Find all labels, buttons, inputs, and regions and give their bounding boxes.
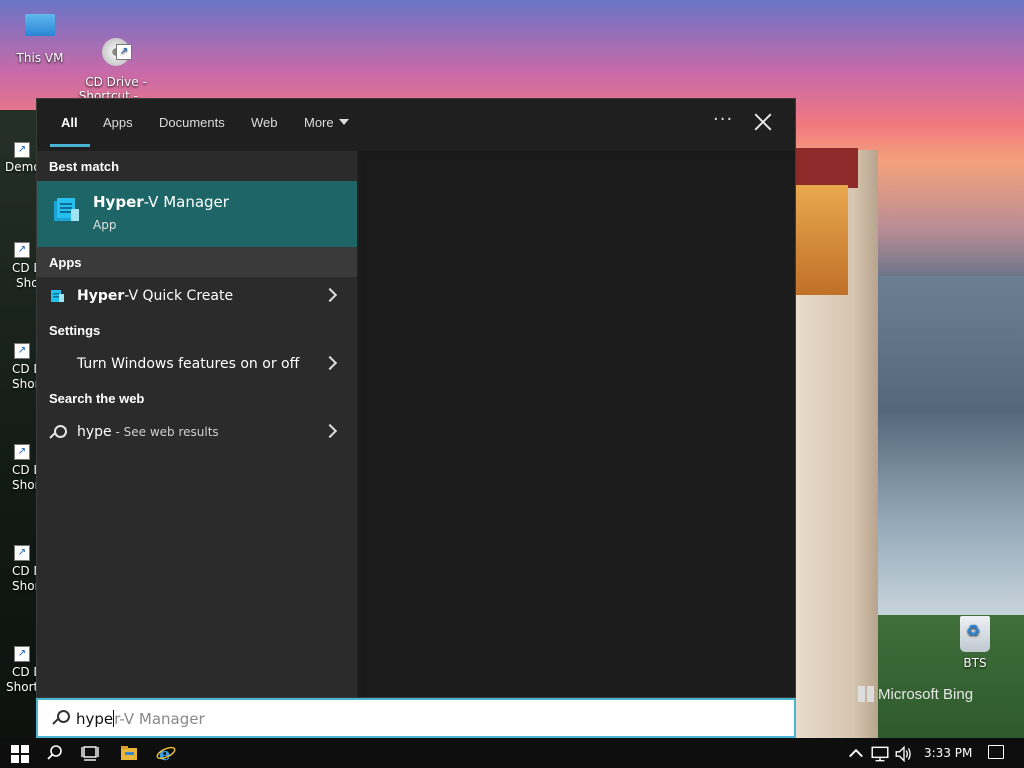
cd-drive-icon: ↗ [98,24,134,66]
tab-documents[interactable]: Documents [159,115,225,130]
chevron-right-icon[interactable] [322,355,338,371]
result-turn-windows-features[interactable]: Turn Windows features on or off [37,347,357,381]
search-icon [49,424,67,440]
autocomplete-suggestion: r-V Manager [114,710,205,728]
chevron-right-icon[interactable] [322,287,338,303]
result-hyper-v-quick-create[interactable]: Hyper-V Quick Create [37,279,357,313]
hyper-v-quick-create-icon [51,290,64,302]
desktop-icon-label: This VM [16,51,64,65]
desktop-icon-recycle-bin[interactable]: BTS [935,616,1015,670]
section-settings: Settings [49,323,101,338]
shortcut-arrow-icon: ↗ [14,343,30,359]
shortcut-arrow-icon: ↗ [14,646,30,662]
preview-pane-content [367,161,795,697]
search-icon [51,709,70,727]
shortcut-arrow-icon: ↗ [14,545,30,561]
bing-watermark: Microsoft Bing [858,686,973,703]
shortcut-arrow-icon: ↗ [116,44,132,60]
taskbar: e 3:33 PM [0,738,1024,768]
recycle-bin-icon [960,616,990,652]
search-icon[interactable] [45,743,65,763]
wallpaper-forest [0,110,40,738]
section-apps: Apps [49,255,82,270]
tab-active-indicator [50,144,90,147]
tab-all[interactable]: All [61,115,78,130]
desktop-icon-cd-drive-shortcut[interactable]: ↗ CD Drive - Shortcut - ... [76,10,156,103]
shortcut-arrow-icon: ↗ [14,242,30,258]
internet-explorer-icon[interactable]: e [156,743,176,763]
result-web-search[interactable]: hype - See web results [37,415,357,449]
search-results-panel: All Apps Documents Web More ··· Best mat… [36,98,796,698]
task-view-icon[interactable] [80,743,100,763]
file-explorer-icon[interactable] [119,743,139,763]
result-label: Turn Windows features on or off [77,356,300,372]
chevron-down-icon [338,119,349,125]
search-filter-tabs: All Apps Documents Web More ··· [37,99,795,149]
start-button-windows-icon[interactable] [11,745,29,763]
ellipsis-icon[interactable]: ··· [713,109,733,130]
result-label: hype - See web results [77,424,219,440]
section-search-the-web: Search the web [49,391,145,406]
result-label: Hyper-V Quick Create [77,288,234,304]
chevron-right-icon[interactable] [322,423,338,439]
computer-icon [22,14,58,48]
preview-pane [359,151,795,697]
volume-icon[interactable] [894,744,914,764]
shortcut-arrow-icon: ↗ [14,444,30,460]
tab-apps[interactable]: Apps [103,115,133,130]
desktop-icon-this-vm[interactable]: This VM [0,10,80,65]
close-icon[interactable] [753,113,773,133]
windows-logo-icon [858,686,874,702]
wallpaper-sea [860,276,1024,616]
section-apps-band [37,247,357,277]
chevron-up-icon[interactable] [846,744,866,764]
hyper-v-manager-icon [54,198,79,221]
wallpaper-lighthouse-roof [796,148,858,188]
best-match-item-hyper-v-manager[interactable]: Hyper-V Manager App [37,181,357,247]
notification-center-icon[interactable] [988,745,1004,759]
search-input-text[interactable]: hyper-V Manager [76,710,205,728]
best-match-title: Hyper-V Manager [93,193,229,211]
network-icon[interactable] [870,744,890,764]
best-match-subtitle: App [93,218,117,232]
desktop-icon-label: BTS [963,656,987,670]
svg-text:e: e [159,744,170,763]
shortcut-arrow-icon: ↗ [14,142,30,158]
tab-more[interactable]: More [304,115,349,130]
taskbar-clock[interactable]: 3:33 PM [924,746,972,760]
results-list: Best match Hyper-V Manager App Apps Hype… [37,151,357,697]
tab-web[interactable]: Web [251,115,278,130]
search-input[interactable]: hyper-V Manager [36,698,796,738]
section-best-match: Best match [49,159,120,174]
wallpaper-lighthouse-lamp [796,185,848,295]
